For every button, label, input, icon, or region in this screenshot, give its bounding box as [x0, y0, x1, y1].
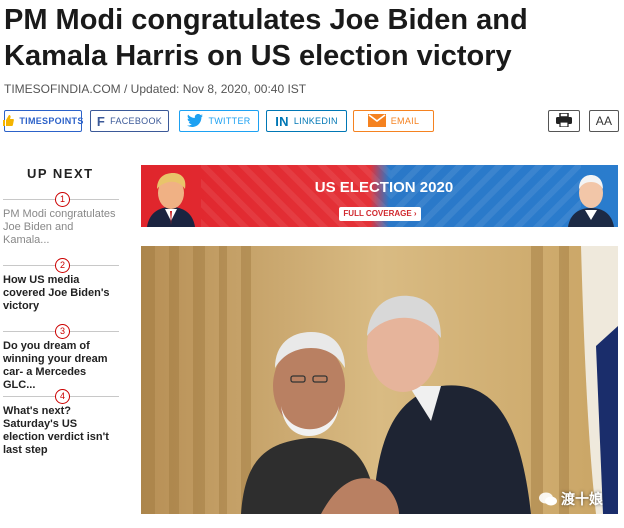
timespoints-button[interactable]: TIMESPOINTS — [2, 110, 84, 132]
item-number: 1 — [55, 192, 70, 207]
twitter-bird-icon — [187, 113, 204, 129]
linkedin-label: LINKEDIN — [293, 116, 338, 126]
election-banner[interactable]: US ELECTION 2020 FULL COVERAGE › — [141, 165, 618, 227]
twitter-label: TWITTER — [208, 116, 251, 126]
item-title: What's next? Saturday's US election verd… — [3, 405, 109, 456]
watermark: 渡十娘 — [539, 489, 603, 509]
envelope-icon — [367, 113, 386, 129]
watermark-text: 渡十娘 — [561, 491, 603, 507]
article-source[interactable]: TIMESOFINDIA.COM — [4, 82, 121, 96]
linkedin-icon: in — [275, 113, 289, 129]
linkedin-share-button[interactable]: in LINKEDIN — [266, 110, 347, 132]
timespoints-label: TIMESPOINTS — [19, 116, 84, 126]
font-size-icon: AA — [595, 114, 613, 128]
article-hero-image[interactable] — [141, 246, 618, 514]
wechat-icon — [539, 492, 557, 506]
font-size-button[interactable]: AA — [589, 110, 619, 132]
article-updated: / Updated: Nov 8, 2020, 00:40 IST — [120, 82, 307, 96]
facebook-icon: f — [96, 113, 106, 129]
item-title: Do you dream of winning your dream car- … — [3, 340, 108, 391]
article-meta: TIMESOFINDIA.COM / Updated: Nov 8, 2020,… — [4, 82, 306, 96]
item-number: 2 — [55, 258, 70, 273]
item-number: 4 — [55, 389, 70, 404]
item-title: How US media covered Joe Biden's victory — [3, 274, 110, 312]
printer-icon — [556, 112, 572, 129]
banner-title: US ELECTION 2020 — [314, 179, 454, 196]
twitter-share-button[interactable]: TWITTER — [179, 110, 259, 132]
modi-biden-photo — [141, 246, 618, 514]
email-label: EMAIL — [390, 116, 420, 126]
thumbs-up-icon — [2, 114, 15, 128]
item-number: 3 — [55, 324, 70, 339]
trump-portrait — [147, 173, 195, 227]
item-title: PM Modi congratulates Joe Biden and Kama… — [3, 208, 116, 246]
facebook-share-button[interactable]: f FACEBOOK — [90, 110, 169, 132]
print-button[interactable] — [548, 110, 580, 132]
share-toolbar: TIMESPOINTS f FACEBOOK TWITTER in LINKED… — [2, 110, 620, 132]
biden-portrait — [568, 175, 614, 227]
facebook-label: FACEBOOK — [110, 116, 163, 126]
email-share-button[interactable]: EMAIL — [353, 110, 434, 132]
full-coverage-button[interactable]: FULL COVERAGE › — [339, 207, 421, 221]
article-headline: PM Modi congratulates Joe Biden and Kama… — [4, 4, 528, 72]
up-next-heading: UP NEXT — [27, 166, 94, 181]
